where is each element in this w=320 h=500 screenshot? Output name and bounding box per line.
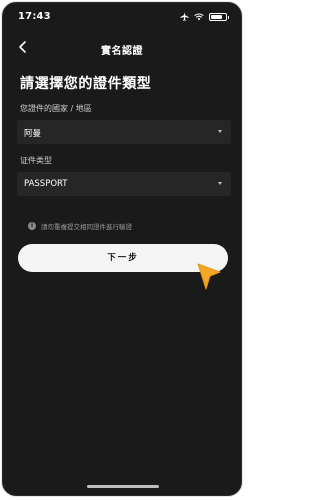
status-icons: [180, 12, 229, 21]
battery-icon: [209, 12, 229, 21]
country-select[interactable]: 阿曼: [17, 120, 231, 144]
chevron-down-icon: [218, 182, 222, 185]
page-heading: 請選擇您的證件類型: [20, 76, 152, 92]
airplane-icon: [180, 12, 189, 21]
id-type-select-value: PASSPORT: [24, 179, 68, 189]
pointer-icon: [197, 263, 221, 290]
info-icon: i: [28, 222, 36, 230]
chevron-down-icon: [218, 130, 222, 133]
id-type-field-label: 证件类型: [20, 156, 52, 165]
wifi-icon: [194, 13, 204, 20]
status-bar: 17:43: [3, 3, 241, 27]
notice: i 請勿重複提交相同證件進行驗證: [28, 221, 132, 231]
id-type-select[interactable]: PASSPORT: [17, 172, 231, 196]
nav-title: 實名認證: [101, 46, 143, 57]
home-indicator: [87, 485, 159, 488]
country-select-value: 阿曼: [24, 129, 42, 139]
nav-bar: 實名認證: [3, 35, 241, 59]
notice-text: 請勿重複提交相同證件進行驗證: [41, 223, 132, 231]
status-time: 17:43: [18, 11, 51, 22]
country-field-label: 您證件的國家 / 地區: [20, 104, 92, 113]
phone-screen: 17:43 實名認證 請選擇您的證件類型 您證件的國家 / 地區 阿曼 证件类型: [2, 2, 242, 496]
